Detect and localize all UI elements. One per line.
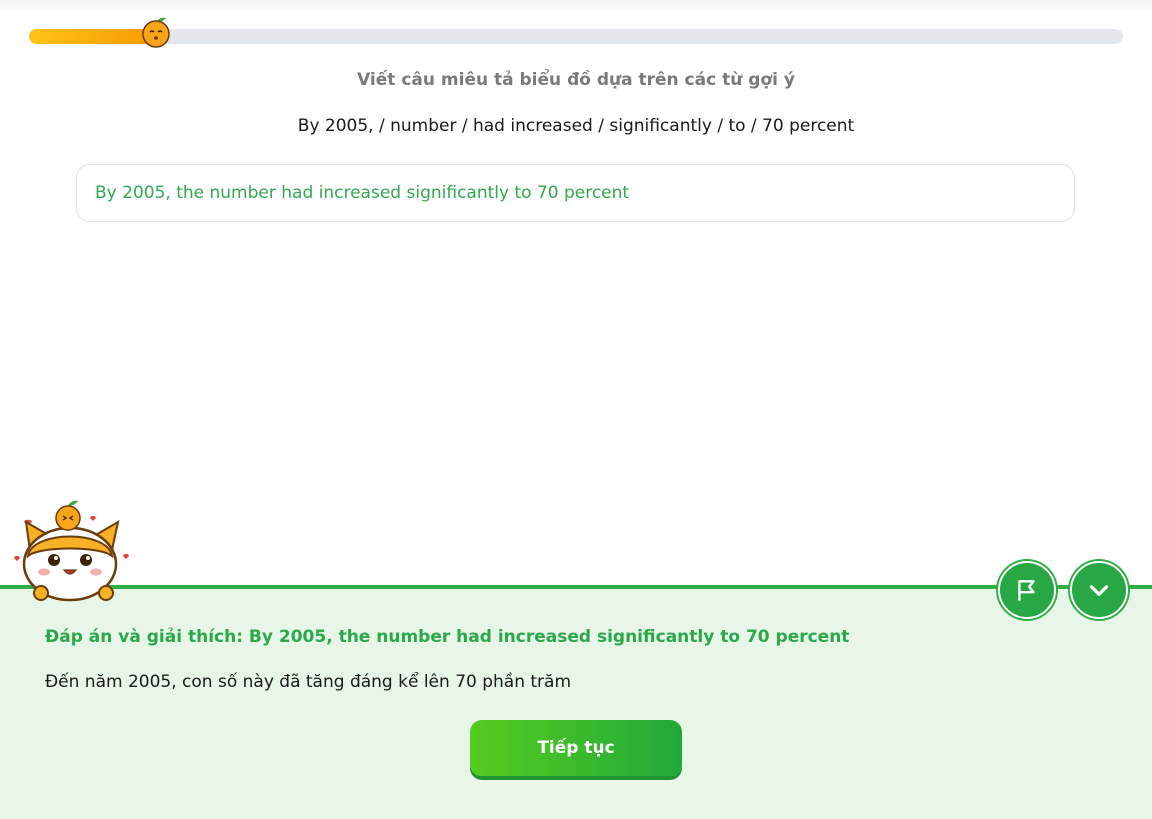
feedback-panel: [0, 585, 1152, 819]
hint-words: By 2005, / number / had increased / sign…: [297, 116, 855, 136]
orange-mascot-icon: [142, 17, 170, 48]
answer-input[interactable]: [95, 165, 1055, 221]
feedback-panel-border: [0, 585, 1152, 589]
answer-field[interactable]: [76, 164, 1075, 222]
chevron-down-icon: [1089, 585, 1109, 596]
collapse-button[interactable]: [1070, 561, 1128, 619]
report-button[interactable]: [998, 561, 1056, 619]
instruction-text: Viết câu miêu tả biểu đồ dựa trên các từ…: [357, 70, 795, 90]
top-shadow: [0, 0, 1152, 12]
continue-button[interactable]: Tiếp tục: [470, 720, 682, 776]
progress-fill: [29, 29, 155, 44]
progress-bar: [29, 29, 1123, 44]
continue-label: Tiếp tục: [537, 738, 615, 758]
cat-mascot-with-orange: [14, 500, 129, 602]
explanation-title: Đáp án và giải thích: By 2005, the numbe…: [45, 627, 850, 647]
flag-icon: [1018, 580, 1035, 601]
explanation-translation: Đến năm 2005, con số này đã tăng đáng kể…: [45, 672, 572, 692]
